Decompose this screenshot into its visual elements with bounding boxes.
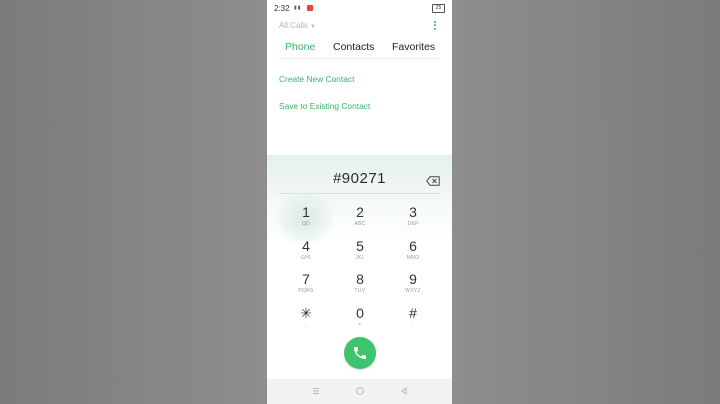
key-2-digit: 2 (356, 204, 364, 220)
save-to-existing-contact-link[interactable]: Save to Existing Contact (279, 101, 370, 111)
key-star[interactable]: ✳, (286, 306, 326, 336)
key-4[interactable]: 4 GHI (286, 239, 326, 269)
back-icon[interactable] (397, 384, 411, 398)
key-4-letters: GHI (301, 255, 311, 261)
key-2-letters: ABC (354, 221, 366, 227)
caret-down-icon: ▼ (309, 24, 316, 30)
key-9-letters: WXYZ (405, 288, 421, 294)
left-background (0, 0, 267, 404)
call-button[interactable] (344, 337, 376, 369)
key-star-letters: , (305, 322, 307, 328)
tab-favorites[interactable]: Favorites (392, 41, 435, 53)
key-4-digit: 4 (302, 238, 310, 254)
key-1[interactable]: 1 QD (286, 205, 326, 235)
key-1-letters: QD (301, 221, 311, 227)
signal-icon: ▮▮ (294, 5, 302, 11)
key-hash-letters: ; (412, 322, 414, 328)
key-8-letters: TUV (354, 288, 366, 294)
key-6[interactable]: 6 MNO (393, 239, 433, 269)
key-3-digit: 3 (409, 204, 417, 220)
key-3-letters: DEF (407, 221, 419, 227)
key-hash-digit: # (409, 305, 417, 321)
key-3[interactable]: 3 DEF (393, 205, 433, 235)
key-5-digit: 5 (356, 238, 364, 254)
key-0-digit: 0 (356, 305, 364, 321)
backspace-icon[interactable] (426, 173, 440, 186)
tab-contacts[interactable]: Contacts (333, 41, 374, 53)
dialed-number: #90271 (332, 170, 387, 187)
key-9-digit: 9 (409, 271, 417, 287)
dialer-panel: #90271 1 QD 2 ABC 3 DEF 4 GHI 5 JKL 6 MNO 7 PQR… (267, 155, 452, 379)
tab-bar: Phone Contacts Favorites (267, 38, 452, 58)
key-hash[interactable]: #; (393, 306, 433, 336)
key-0[interactable]: 0 + (340, 306, 380, 336)
menu-icon[interactable] (309, 384, 323, 398)
more-vertical-icon[interactable] (432, 20, 438, 32)
key-7-digit: 7 (302, 271, 310, 287)
key-1-digit: 1 (302, 204, 310, 220)
tabs-divider (279, 58, 440, 59)
navigation-bar (267, 379, 452, 404)
top-bar: All Calls ▼ (267, 18, 452, 36)
home-icon[interactable] (353, 384, 367, 398)
key-7[interactable]: 7 PQRS (286, 272, 326, 302)
phone-icon (354, 347, 366, 359)
right-background (452, 0, 720, 404)
key-9[interactable]: 9 WXYZ (393, 272, 433, 302)
key-6-digit: 6 (409, 238, 417, 254)
key-8[interactable]: 8 TUV (340, 272, 380, 302)
key-5-letters: JKL (355, 255, 365, 261)
key-5[interactable]: 5 JKL (340, 239, 380, 269)
create-new-contact-link[interactable]: Create New Contact (279, 74, 354, 84)
key-2[interactable]: 2 ABC (340, 205, 380, 235)
status-time: 2:32 (274, 4, 290, 13)
key-0-letters: + (358, 322, 362, 328)
call-filter-label: All Calls (279, 21, 308, 30)
key-star-digit: ✳ (300, 305, 312, 321)
phone-screen: 2:32 ▮▮ 25 All Calls ▼ Phone Contacts Fav… (267, 0, 452, 404)
notification-badge-icon (307, 5, 313, 11)
key-6-letters: MNO (406, 255, 420, 261)
status-bar: 2:32 ▮▮ 25 (267, 0, 452, 18)
key-7-letters: PQRS (298, 288, 314, 294)
call-filter-dropdown[interactable]: All Calls ▼ (279, 21, 316, 30)
tab-phone[interactable]: Phone (285, 41, 315, 53)
key-8-digit: 8 (356, 271, 364, 287)
battery-icon: 25 (432, 4, 445, 13)
